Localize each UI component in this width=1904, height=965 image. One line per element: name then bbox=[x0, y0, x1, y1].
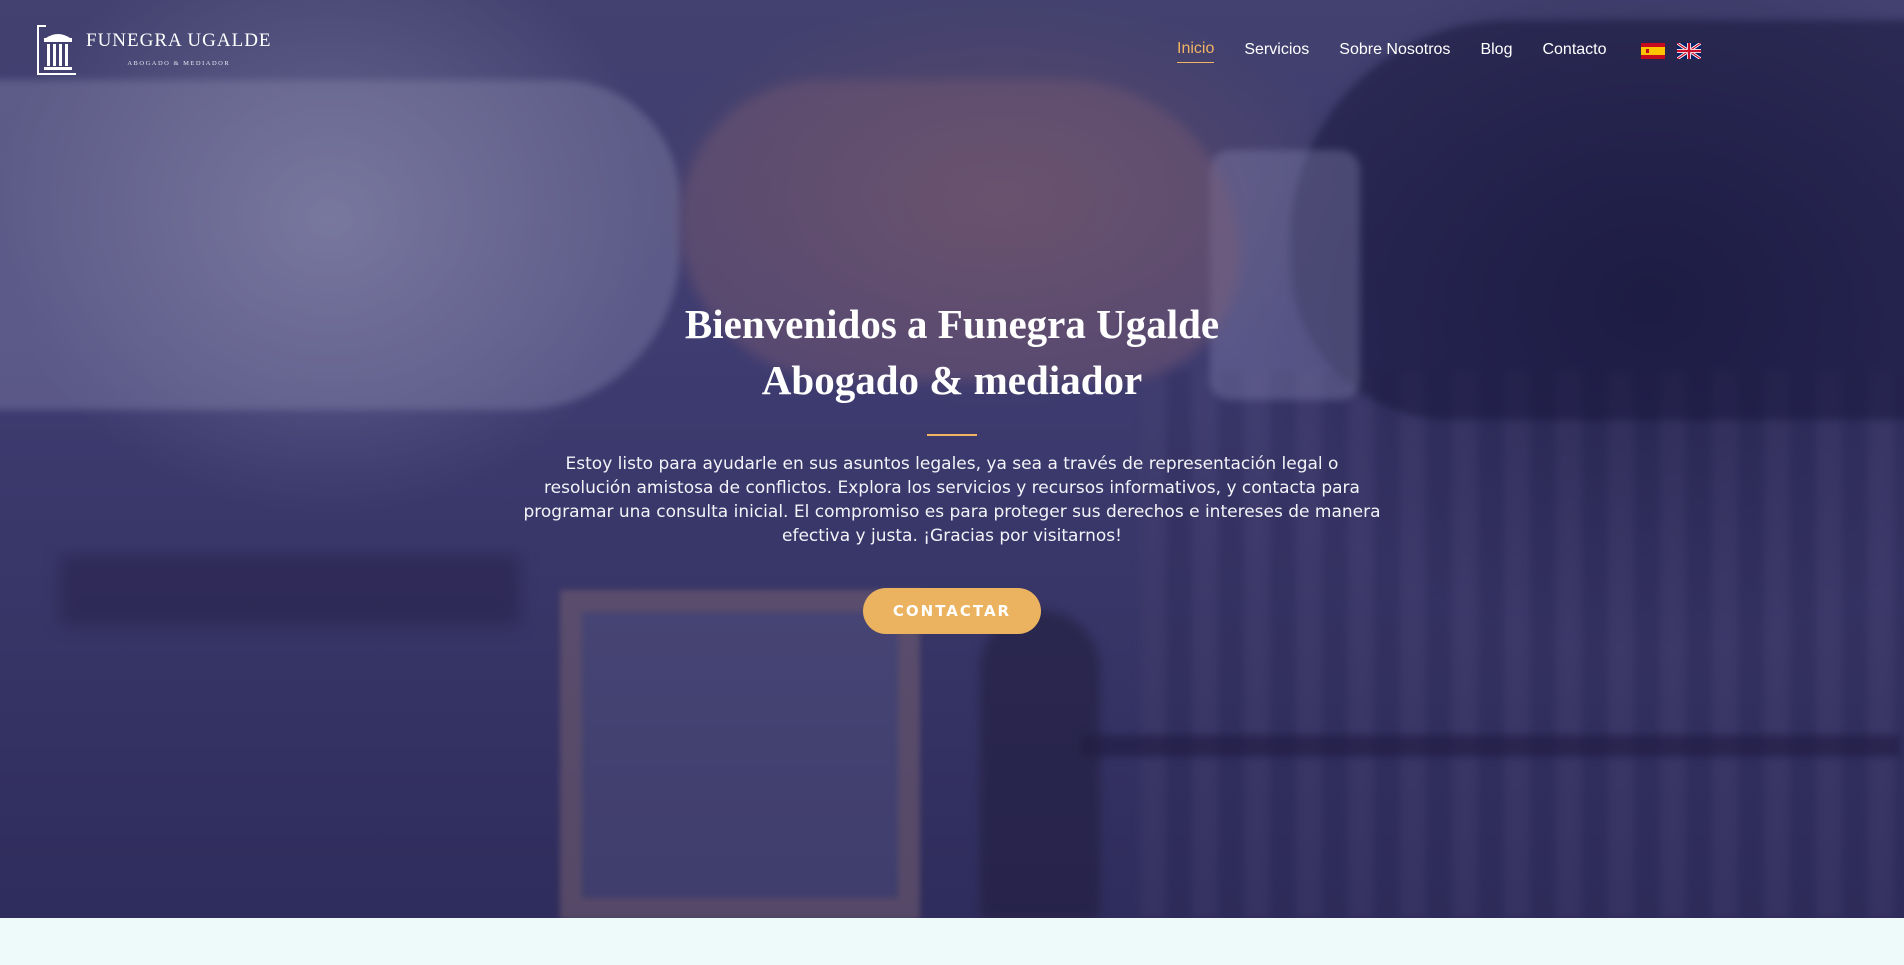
brand-name: FUNEGRA UGALDE bbox=[86, 30, 272, 51]
hero-title: Bienvenidos a Funegra Ugalde Abogado & m… bbox=[452, 296, 1452, 408]
hero-title-line-1: Bienvenidos a Funegra Ugalde bbox=[684, 301, 1220, 347]
nav-item-servicios[interactable]: Servicios bbox=[1244, 41, 1309, 63]
language-switcher bbox=[1641, 41, 1713, 61]
hero-content: Bienvenidos a Funegra Ugalde Abogado & m… bbox=[452, 296, 1452, 634]
nav-item-sobre-nosotros[interactable]: Sobre Nosotros bbox=[1339, 41, 1450, 63]
spain-flag-icon[interactable] bbox=[1641, 43, 1665, 59]
uk-flag-icon[interactable] bbox=[1676, 41, 1702, 61]
main-nav: Inicio Servicios Sobre Nosotros Blog Con… bbox=[1177, 40, 1637, 63]
next-section-edge bbox=[0, 918, 1904, 965]
site-logo[interactable]: FUNEGRA UGALDE ABOGADO & MEDIADOR bbox=[36, 24, 272, 76]
nav-item-inicio[interactable]: Inicio bbox=[1177, 40, 1215, 63]
nav-item-contacto[interactable]: Contacto bbox=[1542, 41, 1606, 63]
page: FUNEGRA UGALDE ABOGADO & MEDIADOR Inicio… bbox=[0, 0, 1904, 965]
hero-section: FUNEGRA UGALDE ABOGADO & MEDIADOR Inicio… bbox=[0, 0, 1904, 918]
contactar-button[interactable]: CONTACTAR bbox=[862, 588, 1042, 634]
pillar-icon bbox=[36, 24, 80, 76]
nav-item-blog[interactable]: Blog bbox=[1480, 41, 1512, 63]
brand-tagline: ABOGADO & MEDIADOR bbox=[127, 60, 231, 67]
hero-title-line-2: Abogado & mediador bbox=[761, 357, 1143, 403]
hero-description: Estoy listo para ayudarle en sus asuntos… bbox=[523, 454, 1381, 546]
title-divider bbox=[927, 434, 977, 436]
